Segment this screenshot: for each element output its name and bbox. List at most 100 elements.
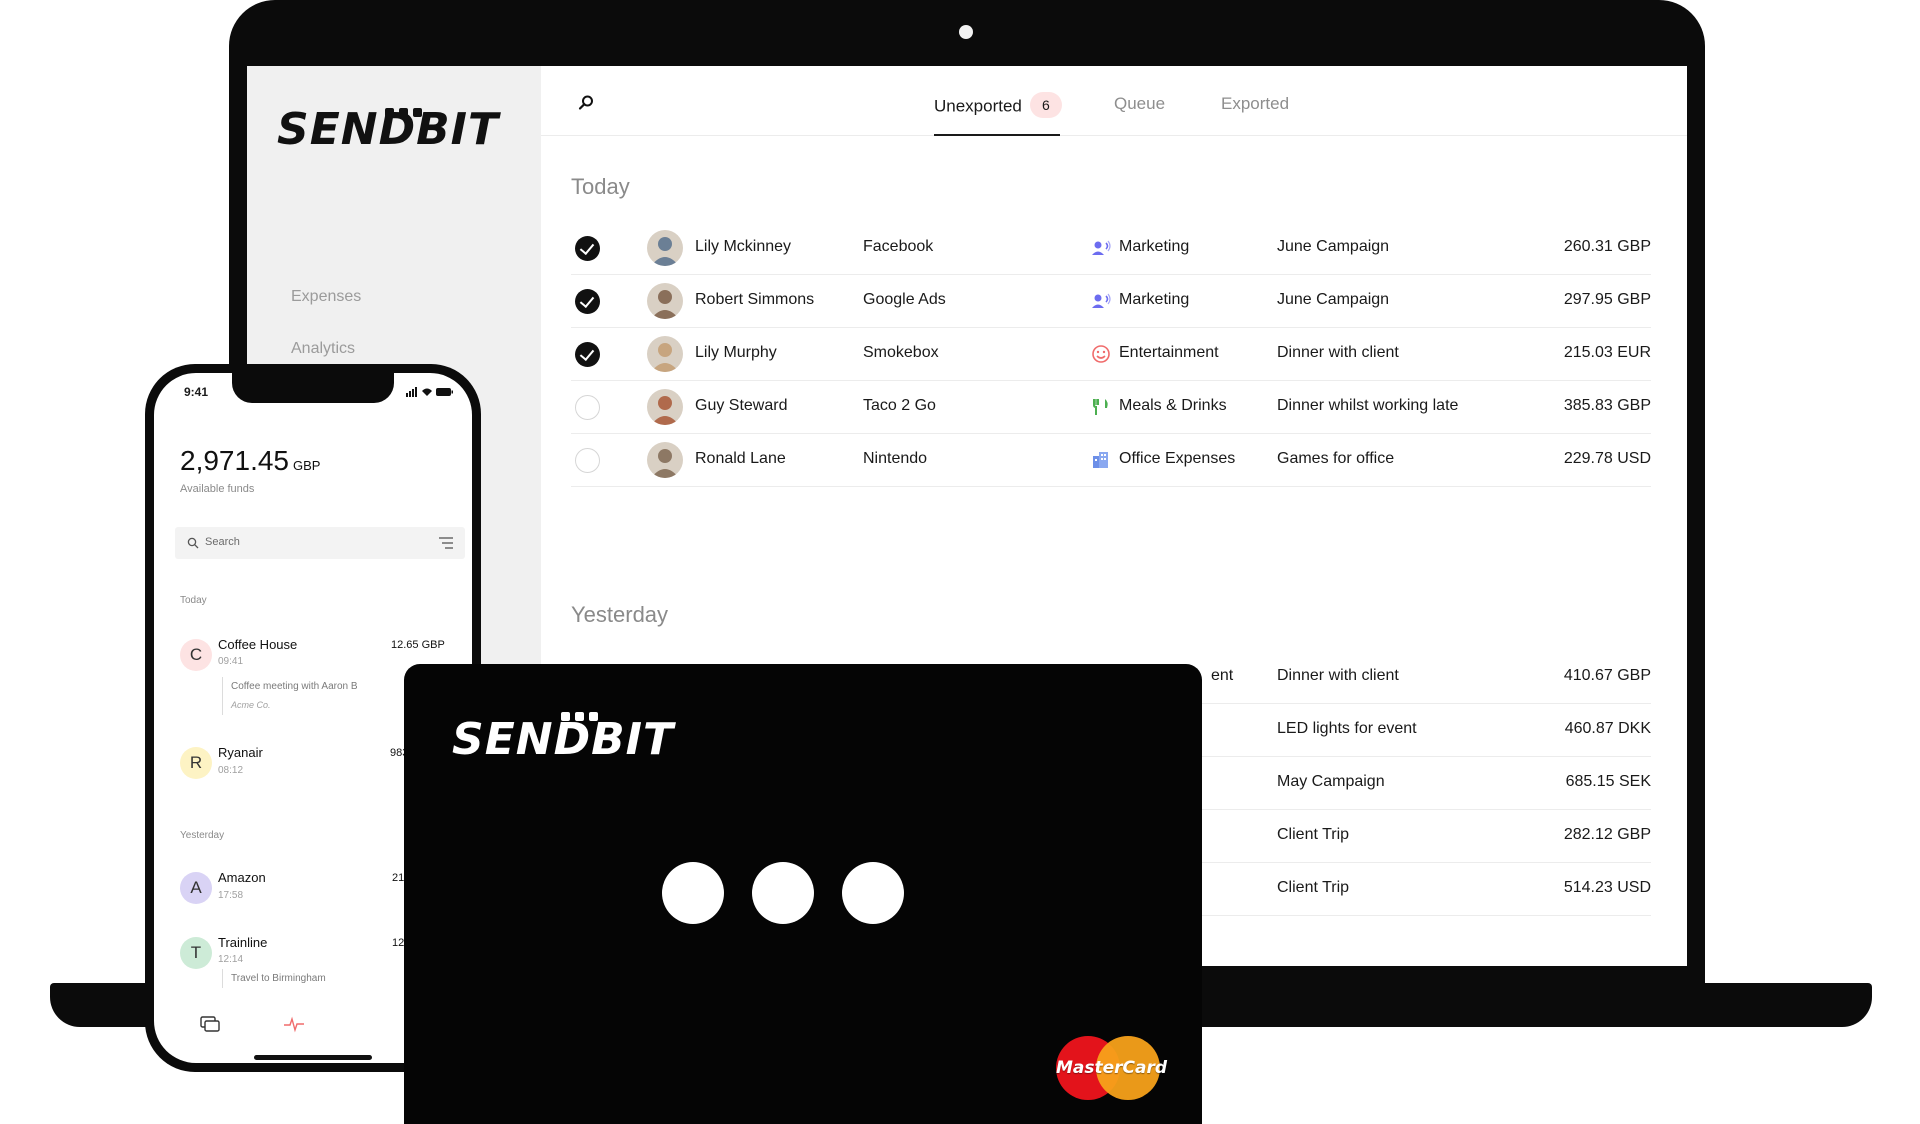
item-time: 08:12 (218, 765, 244, 776)
card-dot (752, 862, 814, 924)
category-label: ent (1211, 667, 1234, 684)
expense-row[interactable]: Ronald Lane Nintendo Office Expenses Games … (571, 434, 1651, 487)
camera-dot (959, 25, 973, 39)
expense-description: May Campaign (1277, 773, 1385, 790)
item-name: Trainline (218, 935, 268, 950)
home-indicator (254, 1055, 372, 1060)
item-amount: 12.65 GBP (391, 639, 445, 651)
avatar (647, 336, 683, 372)
avatar: C (180, 639, 212, 671)
search-icon (187, 537, 199, 549)
cards-tab-icon[interactable] (200, 1015, 220, 1033)
phone-section-today: Today (180, 595, 207, 606)
balance-label: Available funds (180, 483, 255, 495)
mastercard-wordmark: MasterCard (1056, 1058, 1168, 1078)
expense-description: Dinner with client (1277, 344, 1399, 361)
section-title-today: Today (571, 174, 630, 199)
employee-name: Robert Simmons (695, 291, 815, 308)
tab-exported[interactable]: Exported (1221, 94, 1289, 114)
search-placeholder: Search (205, 536, 240, 548)
expense-amount: 685.15 SEK (1565, 773, 1651, 790)
active-tab-indicator (934, 134, 1060, 136)
unexported-count-badge: 6 (1029, 92, 1062, 118)
mastercard-logo: MasterCard (1056, 1036, 1168, 1100)
sidebar-item-expenses[interactable]: Expenses (291, 288, 361, 306)
expense-row[interactable]: Robert Simmons Google Ads Marketing June Ca… (571, 275, 1651, 328)
phone-search-input[interactable]: Search (175, 527, 465, 559)
employee-name: Guy Steward (695, 397, 788, 414)
expense-amount: 514.23 USD (1563, 879, 1651, 896)
card-dot (842, 862, 904, 924)
expense-description: June Campaign (1277, 238, 1390, 255)
note-text: Travel to Birmingham (231, 973, 326, 984)
tab-label: Unexported (934, 96, 1022, 116)
row-checkbox[interactable] (575, 448, 600, 473)
payment-card: SENDBIT MasterCard (404, 664, 1202, 1124)
building-icon (1091, 450, 1111, 470)
row-checkbox[interactable] (575, 395, 600, 420)
smiley-icon (1091, 344, 1111, 364)
sidebar-item-analytics[interactable]: Analytics (291, 340, 355, 358)
note-text: Coffee meeting with Aaron B (231, 681, 358, 692)
search-icon[interactable] (577, 94, 595, 112)
expense-amount: 229.78 USD (1563, 450, 1651, 467)
balance-currency: GBP (293, 458, 321, 473)
expense-amount: 260.31 GBP (1563, 238, 1651, 255)
category-label: Entertainment (1119, 344, 1219, 361)
expense-row[interactable]: Lily Murphy Smokebox Entertainment Dinner w… (571, 328, 1651, 381)
expense-description: Dinner with client (1277, 667, 1399, 684)
category-label: Marketing (1119, 238, 1190, 255)
avatar: T (180, 937, 212, 969)
expense-row[interactable]: Guy Steward Taco 2 Go Meals & Drinks Dinner… (571, 381, 1651, 434)
logo-dots (385, 108, 422, 117)
category-label: Meals & Drinks (1119, 397, 1227, 414)
filter-icon[interactable] (439, 537, 453, 549)
item-note: Coffee meeting with Aaron B Acme Co. (222, 677, 358, 715)
avatar: R (180, 747, 212, 779)
expense-description: June Campaign (1277, 291, 1390, 308)
megaphone-icon (1091, 238, 1111, 258)
expense-amount: 297.95 GBP (1563, 291, 1651, 308)
status-time: 9:41 (184, 385, 209, 399)
expense-description: Dinner whilst working late (1277, 397, 1459, 414)
balance-amount: 2,971.45 GBP (180, 445, 320, 477)
section-title-yesterday: Yesterday (571, 602, 669, 627)
expense-amount: 460.87 DKK (1564, 720, 1651, 737)
expense-row[interactable]: Lily Mckinney Facebook Marketing June Campa… (571, 222, 1651, 275)
item-name: Amazon (218, 870, 266, 885)
activity-tab-icon[interactable] (284, 1015, 304, 1033)
expense-description: Client Trip (1277, 826, 1350, 843)
merchant-name: Nintendo (863, 450, 928, 467)
avatar (647, 389, 683, 425)
expense-amount: 215.03 EUR (1563, 344, 1651, 361)
avatar (647, 442, 683, 478)
top-bar: Unexported 6 Queue Exported (541, 66, 1687, 136)
avatar (647, 283, 683, 319)
card-dot (662, 862, 724, 924)
phone-section-yesterday: Yesterday (180, 830, 225, 841)
employee-name: Lily Mckinney (695, 238, 792, 255)
row-checkbox[interactable] (575, 342, 600, 367)
employee-name: Lily Murphy (695, 344, 777, 361)
merchant-name: Google Ads (863, 291, 946, 308)
row-checkbox[interactable] (575, 236, 600, 261)
phone-notch (232, 373, 394, 403)
item-name: Ryanair (218, 745, 263, 760)
card-logo: SENDBIT (452, 714, 675, 765)
expense-amount: 410.67 GBP (1563, 667, 1651, 684)
category-label: Office Expenses (1119, 450, 1236, 467)
employee-name: Ronald Lane (695, 450, 786, 467)
category-label: Marketing (1119, 291, 1190, 308)
balance-value: 2,971.45 (180, 445, 289, 476)
row-checkbox[interactable] (575, 289, 600, 314)
merchant-name: Smokebox (863, 344, 939, 361)
status-bar-icons (406, 387, 453, 397)
expense-description: Client Trip (1277, 879, 1350, 896)
megaphone-icon (1091, 291, 1111, 311)
item-time: 12:14 (218, 954, 244, 965)
tab-queue[interactable]: Queue (1114, 94, 1165, 114)
item-name: Coffee House (218, 637, 298, 652)
tab-unexported[interactable]: Unexported 6 (934, 92, 1062, 120)
avatar (647, 230, 683, 266)
merchant-name: Taco 2 Go (863, 397, 936, 414)
